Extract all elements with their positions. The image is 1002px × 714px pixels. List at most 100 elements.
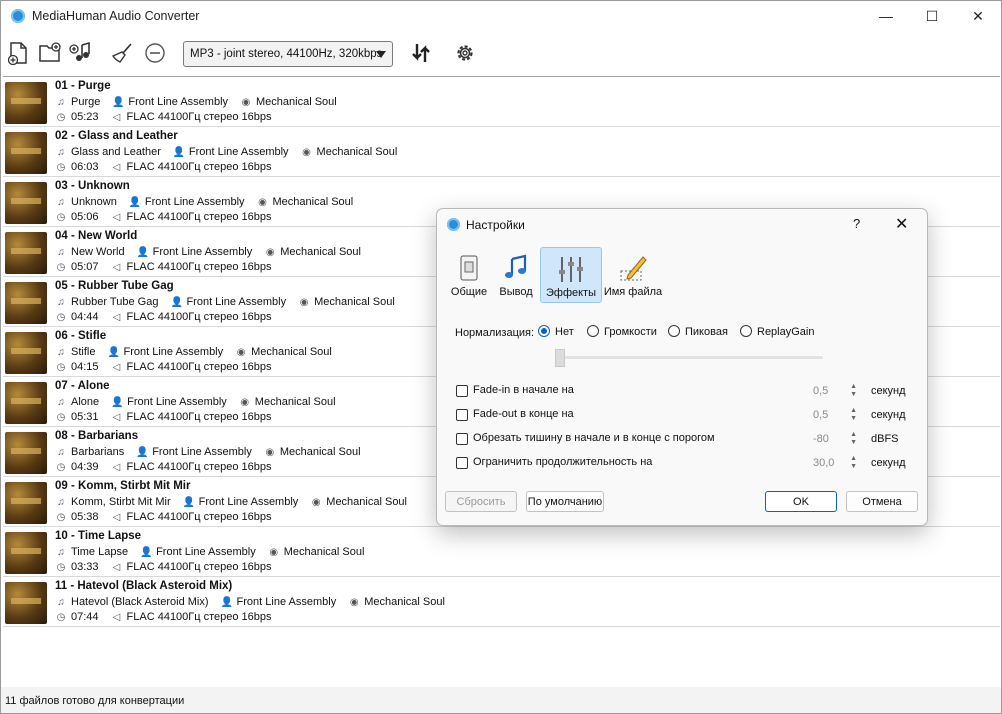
album-disc-icon: ◉ (311, 497, 321, 508)
add-music-button[interactable] (67, 39, 95, 67)
limit-duration-spinner[interactable]: 30,0 ▲ ▼ (807, 453, 859, 473)
clock-icon: ◷ (56, 212, 66, 223)
track-meta: ♫ Alone 👤 Front Line Assembly ◉ Mechanical So… (55, 396, 335, 408)
track-song: Barbarians (71, 446, 125, 458)
tab-effects-label: Эффекты (545, 287, 596, 299)
track-song: New World (71, 246, 125, 258)
normalization-slider-thumb[interactable] (555, 349, 565, 367)
fade-out-spinner[interactable]: 0,5 ▲ ▼ (807, 405, 859, 425)
track-meta: ♫ Hatevol (Black Asteroid Mix) 👤 Front Line… (55, 596, 445, 608)
track-info: ◷ 03:33 ◁ FLAC 44100Гц стерео 16bps (55, 561, 272, 573)
tab-effects[interactable]: Эффекты (540, 247, 602, 303)
radio-normalization-none[interactable] (538, 325, 550, 337)
fade-in-spinner[interactable]: 0,5 ▲ ▼ (807, 381, 859, 401)
music-note-icon: ♫ (57, 497, 65, 508)
album-cover (5, 332, 47, 374)
music-note-icon: ♫ (57, 147, 65, 158)
clock-icon: ◷ (56, 562, 66, 573)
music-note-icon: ♫ (57, 397, 65, 408)
track-duration: 07:44 (71, 611, 99, 623)
clock-icon: ◷ (56, 162, 66, 173)
close-window-button[interactable]: ✕ (955, 1, 1001, 31)
convert-button[interactable] (407, 39, 435, 67)
track-title: 07 - Alone (55, 380, 110, 392)
spinner-arrows-icon[interactable]: ▲ ▼ (850, 455, 857, 471)
settings-button[interactable] (451, 39, 479, 67)
defaults-button[interactable]: По умолчанию (526, 491, 604, 512)
track-title: 10 - Time Lapse (55, 530, 142, 542)
track-row[interactable]: 10 - Time Lapse ♫ Time Lapse 👤 Front Line As… (3, 527, 1000, 577)
music-note-icon: ♫ (57, 197, 65, 208)
track-meta: ♫ Barbarians 👤 Front Line Assembly ◉ Mechanic… (55, 446, 361, 458)
speaker-icon: ◁ (112, 162, 121, 173)
radio-normalization-none-label: Нет (555, 326, 574, 338)
maximize-button[interactable]: ☐ (909, 1, 955, 31)
speaker-icon: ◁ (112, 612, 121, 623)
spinner-arrows-icon[interactable]: ▲ ▼ (850, 407, 857, 423)
album-cover (5, 532, 47, 574)
fade-in-checkbox[interactable] (456, 385, 468, 397)
remove-button[interactable] (141, 39, 169, 67)
radio-normalization-peak[interactable] (668, 325, 680, 337)
normalization-slider-track[interactable] (557, 356, 823, 359)
trim-silence-spinner[interactable]: -80 ▲ ▼ (807, 429, 859, 449)
album-disc-icon: ◉ (241, 97, 251, 108)
toolbar: MP3 - joint stereo, 44100Hz, 320kbps (1, 31, 1001, 75)
album-cover (5, 432, 47, 474)
add-folder-button[interactable] (36, 39, 64, 67)
minus-circle-icon (145, 43, 165, 63)
clear-list-button[interactable] (109, 39, 137, 67)
person-icon: 👤 (128, 197, 142, 208)
track-album: Mechanical Soul (279, 446, 361, 458)
broom-icon (111, 43, 132, 63)
speaker-icon: ◁ (112, 512, 121, 523)
music-note-icon: ♫ (57, 547, 65, 558)
track-info: ◷ 04:39 ◁ FLAC 44100Гц стерео 16bps (55, 461, 272, 473)
track-info: ◷ 04:15 ◁ FLAC 44100Гц стерео 16bps (55, 361, 272, 373)
album-disc-icon: ◉ (265, 247, 275, 258)
reset-button[interactable]: Сбросить (445, 491, 517, 512)
spinner-arrows-icon[interactable]: ▲ ▼ (850, 431, 857, 447)
track-format: FLAC 44100Гц стерео 16bps (126, 611, 272, 623)
album-cover (5, 582, 47, 624)
format-select-value: MP3 - joint stereo, 44100Hz, 320kbps (190, 48, 383, 60)
minimize-button[interactable]: — (863, 1, 909, 31)
track-format: FLAC 44100Гц стерео 16bps (126, 211, 272, 223)
chevron-down-icon (376, 51, 386, 58)
dialog-title: Настройки (466, 218, 525, 232)
speaker-icon: ◁ (112, 112, 121, 123)
track-row[interactable]: 11 - Hatevol (Black Asteroid Mix) ♫ Hatevo… (3, 577, 1000, 627)
speaker-icon: ◁ (112, 262, 121, 273)
ok-button[interactable]: OK (765, 491, 837, 512)
music-note-icon: ♫ (57, 247, 65, 258)
spinner-arrows-icon[interactable]: ▲ ▼ (850, 383, 857, 399)
track-duration: 05:31 (71, 411, 99, 423)
track-format: FLAC 44100Гц стерео 16bps (126, 111, 272, 123)
close-dialog-button[interactable]: ✕ (895, 214, 908, 234)
add-file-button[interactable] (5, 39, 33, 67)
title-bar: MediaHuman Audio Converter — ☐ ✕ (1, 1, 1001, 31)
track-artist: Front Line Assembly (152, 446, 252, 458)
trim-silence-checkbox[interactable] (456, 433, 468, 445)
cancel-button[interactable]: Отмена (846, 491, 918, 512)
person-icon: 👤 (136, 247, 150, 258)
limit-duration-checkbox[interactable] (456, 457, 468, 469)
track-title: 05 - Rubber Tube Gag (55, 280, 174, 292)
tab-output[interactable]: Вывод (495, 247, 537, 301)
radio-normalization-replaygain[interactable] (740, 325, 752, 337)
clock-icon: ◷ (56, 412, 66, 423)
track-meta: ♫ Time Lapse 👤 Front Line Assembly ◉ Mechanic… (55, 546, 364, 558)
track-info: ◷ 05:31 ◁ FLAC 44100Гц стерео 16bps (55, 411, 272, 423)
help-button[interactable]: ? (853, 216, 860, 231)
format-select[interactable]: MP3 - joint stereo, 44100Hz, 320kbps (183, 41, 393, 67)
trim-silence-unit: dBFS (871, 433, 899, 445)
track-row[interactable]: 02 - Glass and Leather ♫ Glass and Leather… (3, 127, 1000, 177)
tab-general[interactable]: Общие (447, 247, 491, 301)
tab-filename[interactable]: Имя файла (603, 247, 663, 301)
fade-out-checkbox[interactable] (456, 409, 468, 421)
track-row[interactable]: 01 - Purge ♫ Purge 👤 Front Line Assembly ◉ Mec… (3, 77, 1000, 127)
track-format: FLAC 44100Гц стерео 16bps (126, 311, 272, 323)
track-artist: Front Line Assembly (236, 596, 337, 608)
radio-normalization-volume[interactable] (587, 325, 599, 337)
track-meta: ♫ New World 👤 Front Line Assembly ◉ Mechanica… (55, 246, 361, 258)
